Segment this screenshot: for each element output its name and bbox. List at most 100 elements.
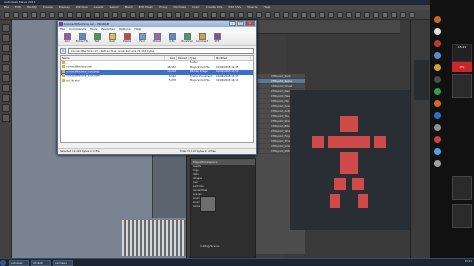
- shelf-tool-icon[interactable]: [382, 12, 388, 18]
- character-right-arm: [374, 136, 386, 148]
- minimize-button[interactable]: –: [229, 21, 236, 26]
- shelf-tool-icon[interactable]: [274, 12, 280, 18]
- up-folder-button[interactable]: ↑: [60, 47, 66, 54]
- toolbox-tool-icon[interactable]: [2, 84, 10, 92]
- gray-app-icon[interactable]: [434, 76, 441, 83]
- shelf-tool-icon[interactable]: [355, 12, 361, 18]
- shelf-tool-icon[interactable]: [148, 12, 154, 18]
- close-button[interactable]: ×: [245, 21, 255, 26]
- shelf-tool-icon[interactable]: [139, 12, 145, 18]
- tool-icon[interactable]: [434, 124, 441, 131]
- toolbar-find-button[interactable]: Find: [135, 32, 149, 46]
- shelf-tool-icon[interactable]: [247, 12, 253, 18]
- shelf-tool-icon[interactable]: [238, 12, 244, 18]
- maximize-button[interactable]: □: [237, 21, 244, 26]
- taskbar-app-button[interactable]: Autodesk Maya: [9, 260, 29, 266]
- shelf-tool-icon[interactable]: [409, 12, 415, 18]
- toolbox-tool-icon[interactable]: [2, 44, 10, 52]
- shelf-tool-icon[interactable]: [13, 12, 19, 18]
- shelf-tool-icon[interactable]: [364, 12, 370, 18]
- shelf-tool-icon[interactable]: [40, 12, 46, 18]
- shelf-tool-icon[interactable]: [400, 12, 406, 18]
- toolbar-comment-button[interactable]: Comment: [195, 32, 209, 46]
- shelf-tool-icon[interactable]: [22, 12, 28, 18]
- toolbox-tool-icon[interactable]: [2, 54, 10, 62]
- shelf-tool-icon[interactable]: [301, 12, 307, 18]
- shelf-tool-icon[interactable]: [67, 12, 73, 18]
- shelf-tool-icon[interactable]: [103, 12, 109, 18]
- toolbox-tool-icon[interactable]: [2, 24, 10, 32]
- shelf-tool-icon[interactable]: [175, 12, 181, 18]
- shelf-tool-icon[interactable]: [85, 12, 91, 18]
- firefox-icon[interactable]: [434, 100, 441, 107]
- taskbar-clock[interactable]: 15:21: [465, 260, 472, 263]
- shelf-tool-icon[interactable]: [31, 12, 37, 18]
- taskbar-app-button[interactable]: WinRAR: [31, 260, 51, 266]
- shelf-tool-icon[interactable]: [121, 12, 127, 18]
- toolbar-virusscan-button[interactable]: VirusScan: [180, 32, 194, 46]
- shelf-tool-icon[interactable]: [319, 12, 325, 18]
- toolbar-extract-button[interactable]: Extract To: [75, 32, 89, 46]
- file-row[interactable]: icrl_lib.mel 5,278 Maya Script File 01/06/2…: [61, 78, 253, 84]
- column-header-packed[interactable]: Packed: [177, 56, 189, 60]
- toolbar-add-button[interactable]: Add: [60, 32, 74, 46]
- toolbox-tool-icon[interactable]: [2, 114, 10, 122]
- shelf-tool-icon[interactable]: [157, 12, 163, 18]
- toolbox-tool-icon[interactable]: [2, 74, 10, 82]
- shelf-tool-icon[interactable]: [373, 12, 379, 18]
- shelf-tool-icon[interactable]: [220, 12, 226, 18]
- toolbar-wizard-button[interactable]: Wizard: [150, 32, 164, 46]
- shelf-tool-icon[interactable]: [346, 12, 352, 18]
- blue-app-icon[interactable]: [434, 52, 441, 59]
- maya-toolbox: [0, 20, 12, 258]
- ie-icon[interactable]: [434, 112, 441, 119]
- toolbar-info-button[interactable]: Info: [165, 32, 179, 46]
- shelf-tool-icon[interactable]: [4, 12, 10, 18]
- shelf-tool-icon[interactable]: [292, 12, 298, 18]
- toolbox-tool-icon[interactable]: [2, 104, 10, 112]
- shelf-tool-icon[interactable]: [193, 12, 199, 18]
- shelf-tool-icon[interactable]: [310, 12, 316, 18]
- column-header-name[interactable]: Name: [61, 56, 165, 60]
- shelf-tool-icon[interactable]: [211, 12, 217, 18]
- archive-path-field[interactable]: ConnectMachine.rar\ - RAR archive, unpac…: [68, 47, 254, 54]
- shelf-tool-icon[interactable]: [49, 12, 55, 18]
- toolbox-tool-icon[interactable]: [2, 94, 10, 102]
- shelf-tool-icon[interactable]: [202, 12, 208, 18]
- green-app-icon[interactable]: [434, 88, 441, 95]
- shelf-tool-icon[interactable]: [112, 12, 118, 18]
- yellow-app-icon[interactable]: [434, 64, 441, 71]
- column-header-size[interactable]: Size: [165, 56, 177, 60]
- start-button[interactable]: [0, 260, 6, 266]
- shelf-tool-icon[interactable]: [265, 12, 271, 18]
- toolbar-test-button[interactable]: Test: [90, 32, 104, 46]
- shelf-tool-icon[interactable]: [391, 12, 397, 18]
- shelf-tool-icon[interactable]: [256, 12, 262, 18]
- toolbar-sfx-button[interactable]: SFX: [210, 32, 224, 46]
- shelf-tool-icon[interactable]: [229, 12, 235, 18]
- media-icon[interactable]: [434, 136, 441, 143]
- shelf-tool-icon[interactable]: [166, 12, 172, 18]
- settings-icon[interactable]: [434, 160, 441, 167]
- column-header-modified[interactable]: Modified: [215, 56, 251, 60]
- white-app-icon[interactable]: [434, 28, 441, 35]
- shelf-tool-icon[interactable]: [337, 12, 343, 18]
- shelf-tool-icon[interactable]: [184, 12, 190, 18]
- red-app-icon[interactable]: [434, 40, 441, 47]
- network-icon[interactable]: [434, 148, 441, 155]
- toolbox-tool-icon[interactable]: [2, 64, 10, 72]
- toolbar-view-button[interactable]: View: [105, 32, 119, 46]
- shelf-tool-icon[interactable]: [283, 12, 289, 18]
- toolbar-delete-button[interactable]: Delete: [120, 32, 134, 46]
- column-header-type[interactable]: Type: [189, 56, 215, 60]
- shelf-tool-icon[interactable]: [58, 12, 64, 18]
- taskbar-app-button[interactable]: Camtasia: [53, 260, 73, 266]
- folder-icon[interactable]: [200, 196, 216, 212]
- shelf-tool-icon[interactable]: [328, 12, 334, 18]
- winrar-title-bar[interactable]: ConnectMachine.rar - WinRAR – □ ×: [58, 21, 256, 27]
- orange-app-icon[interactable]: [434, 16, 441, 23]
- shelf-tool-icon[interactable]: [76, 12, 82, 18]
- shelf-tool-icon[interactable]: [94, 12, 100, 18]
- shelf-tool-icon[interactable]: [130, 12, 136, 18]
- toolbox-tool-icon[interactable]: [2, 34, 10, 42]
